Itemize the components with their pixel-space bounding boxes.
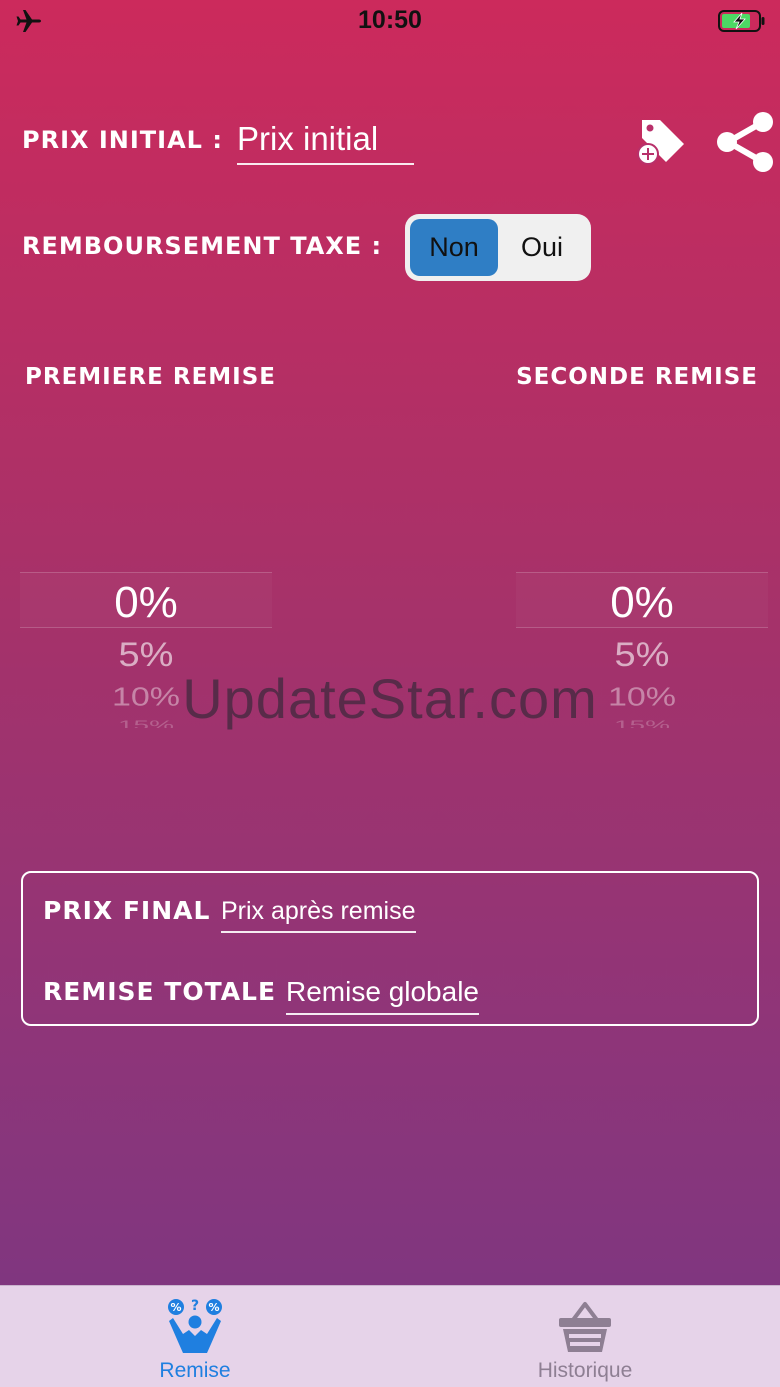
remise-totale-field[interactable]: Remise globale bbox=[286, 974, 479, 1015]
prix-final-field[interactable]: Prix après remise bbox=[221, 895, 416, 933]
tag-add-icon[interactable] bbox=[636, 116, 688, 166]
segment-oui[interactable]: Oui bbox=[498, 219, 586, 276]
share-icon[interactable] bbox=[714, 110, 774, 174]
remise-person-icon: % % ? bbox=[168, 1298, 222, 1353]
svg-text:?: ? bbox=[191, 1298, 199, 1314]
tab-historique[interactable]: Historique bbox=[455, 1286, 715, 1387]
seconde-remise-label: SECONDE REMISE bbox=[516, 364, 758, 390]
status-bar: 10:50 bbox=[0, 0, 780, 44]
prix-initial-input[interactable]: Prix initial bbox=[237, 120, 414, 165]
svg-text:%: % bbox=[208, 1301, 219, 1314]
basket-icon bbox=[559, 1302, 611, 1352]
premiere-remise-label: PREMIERE REMISE bbox=[25, 364, 277, 390]
segment-non[interactable]: Non bbox=[410, 219, 498, 276]
tab-remise-label: Remise bbox=[159, 1359, 231, 1382]
tab-remise[interactable]: % % ? Remise bbox=[65, 1286, 325, 1387]
picker-option[interactable]: 0% bbox=[516, 578, 768, 628]
picker-option[interactable]: 0% bbox=[20, 578, 272, 628]
prix-initial-label: PRIX INITIAL : bbox=[22, 126, 223, 154]
taxe-segmented-control: Non Oui bbox=[405, 214, 591, 281]
tab-bar: % % ? Remise Historique bbox=[0, 1285, 780, 1387]
remise-totale-label: REMISE TOTALE bbox=[43, 977, 277, 1006]
svg-text:%: % bbox=[170, 1301, 181, 1314]
tab-historique-label: Historique bbox=[537, 1359, 633, 1382]
battery-charging-icon bbox=[718, 10, 765, 32]
status-time: 10:50 bbox=[358, 6, 422, 34]
remboursement-taxe-label: REMBOURSEMENT TAXE : bbox=[22, 232, 383, 260]
results-panel: PRIX FINAL Prix après remise REMISE TOTA… bbox=[21, 871, 759, 1026]
watermark: UpdateStar.com bbox=[182, 667, 598, 730]
prix-final-label: PRIX FINAL bbox=[43, 896, 211, 925]
